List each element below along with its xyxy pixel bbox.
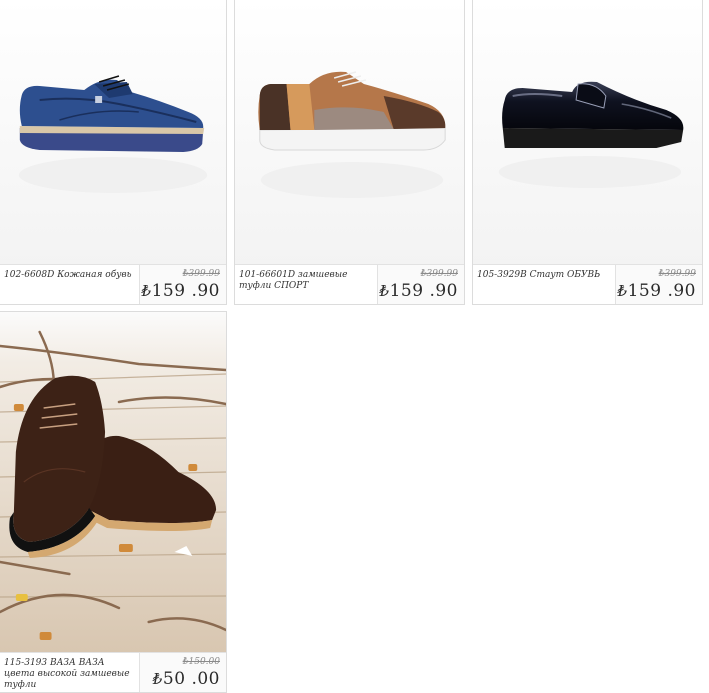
product-name[interactable]: 101-66601D замшевые туфли СПОРТ — [239, 270, 367, 292]
price-value: 159 .90 — [627, 281, 696, 301]
currency-symbol: ₺ — [617, 282, 628, 300]
product-name[interactable]: 115-3193 ВАЗА ВАЗА цвета высокой замшевы… — [4, 658, 132, 691]
currency-symbol: ₺ — [379, 282, 390, 300]
product-image[interactable] — [0, 312, 226, 656]
price-box: ₺150.00 ₺50 .00 — [139, 653, 226, 692]
product-card[interactable]: 105-3929B Стаут ОБУВЬ ₺399.99 ₺159 .90 — [472, 0, 703, 305]
price-box: ₺399.99 ₺159 .90 — [377, 265, 464, 304]
product-name[interactable]: 105-3929B Стаут ОБУВЬ — [477, 270, 605, 281]
price-value: 159 .90 — [151, 281, 220, 301]
currency-symbol: ₺ — [141, 282, 152, 300]
old-price: ₺399.99 — [658, 269, 696, 279]
product-info: 115-3193 ВАЗА ВАЗА цвета высокой замшевы… — [0, 652, 226, 692]
product-info: 101-66601D замшевые туфли СПОРТ ₺399.99 … — [235, 264, 464, 304]
old-price: ₺150.00 — [182, 657, 220, 667]
product-image[interactable] — [473, 0, 702, 266]
price-value: 159 .90 — [389, 281, 458, 301]
product-info: 105-3929B Стаут ОБУВЬ ₺399.99 ₺159 .90 — [473, 264, 702, 304]
old-price: ₺399.99 — [182, 269, 220, 279]
product-image[interactable] — [235, 0, 464, 266]
price-box: ₺399.99 ₺159 .90 — [615, 265, 702, 304]
current-price: ₺159 .90 — [142, 281, 220, 301]
current-price: ₺159 .90 — [618, 281, 696, 301]
price-box: ₺399.99 ₺159 .90 — [139, 265, 226, 304]
product-card[interactable]: 102-6608D Кожаная обувь ₺399.99 ₺159 .90 — [0, 0, 227, 305]
price-value: 50 .00 — [162, 669, 220, 689]
product-card[interactable]: 101-66601D замшевые туфли СПОРТ ₺399.99 … — [234, 0, 465, 305]
old-price: ₺399.99 — [420, 269, 458, 279]
product-name[interactable]: 102-6608D Кожаная обувь — [4, 270, 132, 281]
current-price: ₺159 .90 — [380, 281, 458, 301]
currency-symbol: ₺ — [152, 670, 163, 688]
product-info: 102-6608D Кожаная обувь ₺399.99 ₺159 .90 — [0, 264, 226, 304]
product-image[interactable] — [0, 0, 226, 266]
product-card[interactable]: 115-3193 ВАЗА ВАЗА цвета высокой замшевы… — [0, 311, 227, 693]
current-price: ₺50 .00 — [153, 669, 220, 689]
